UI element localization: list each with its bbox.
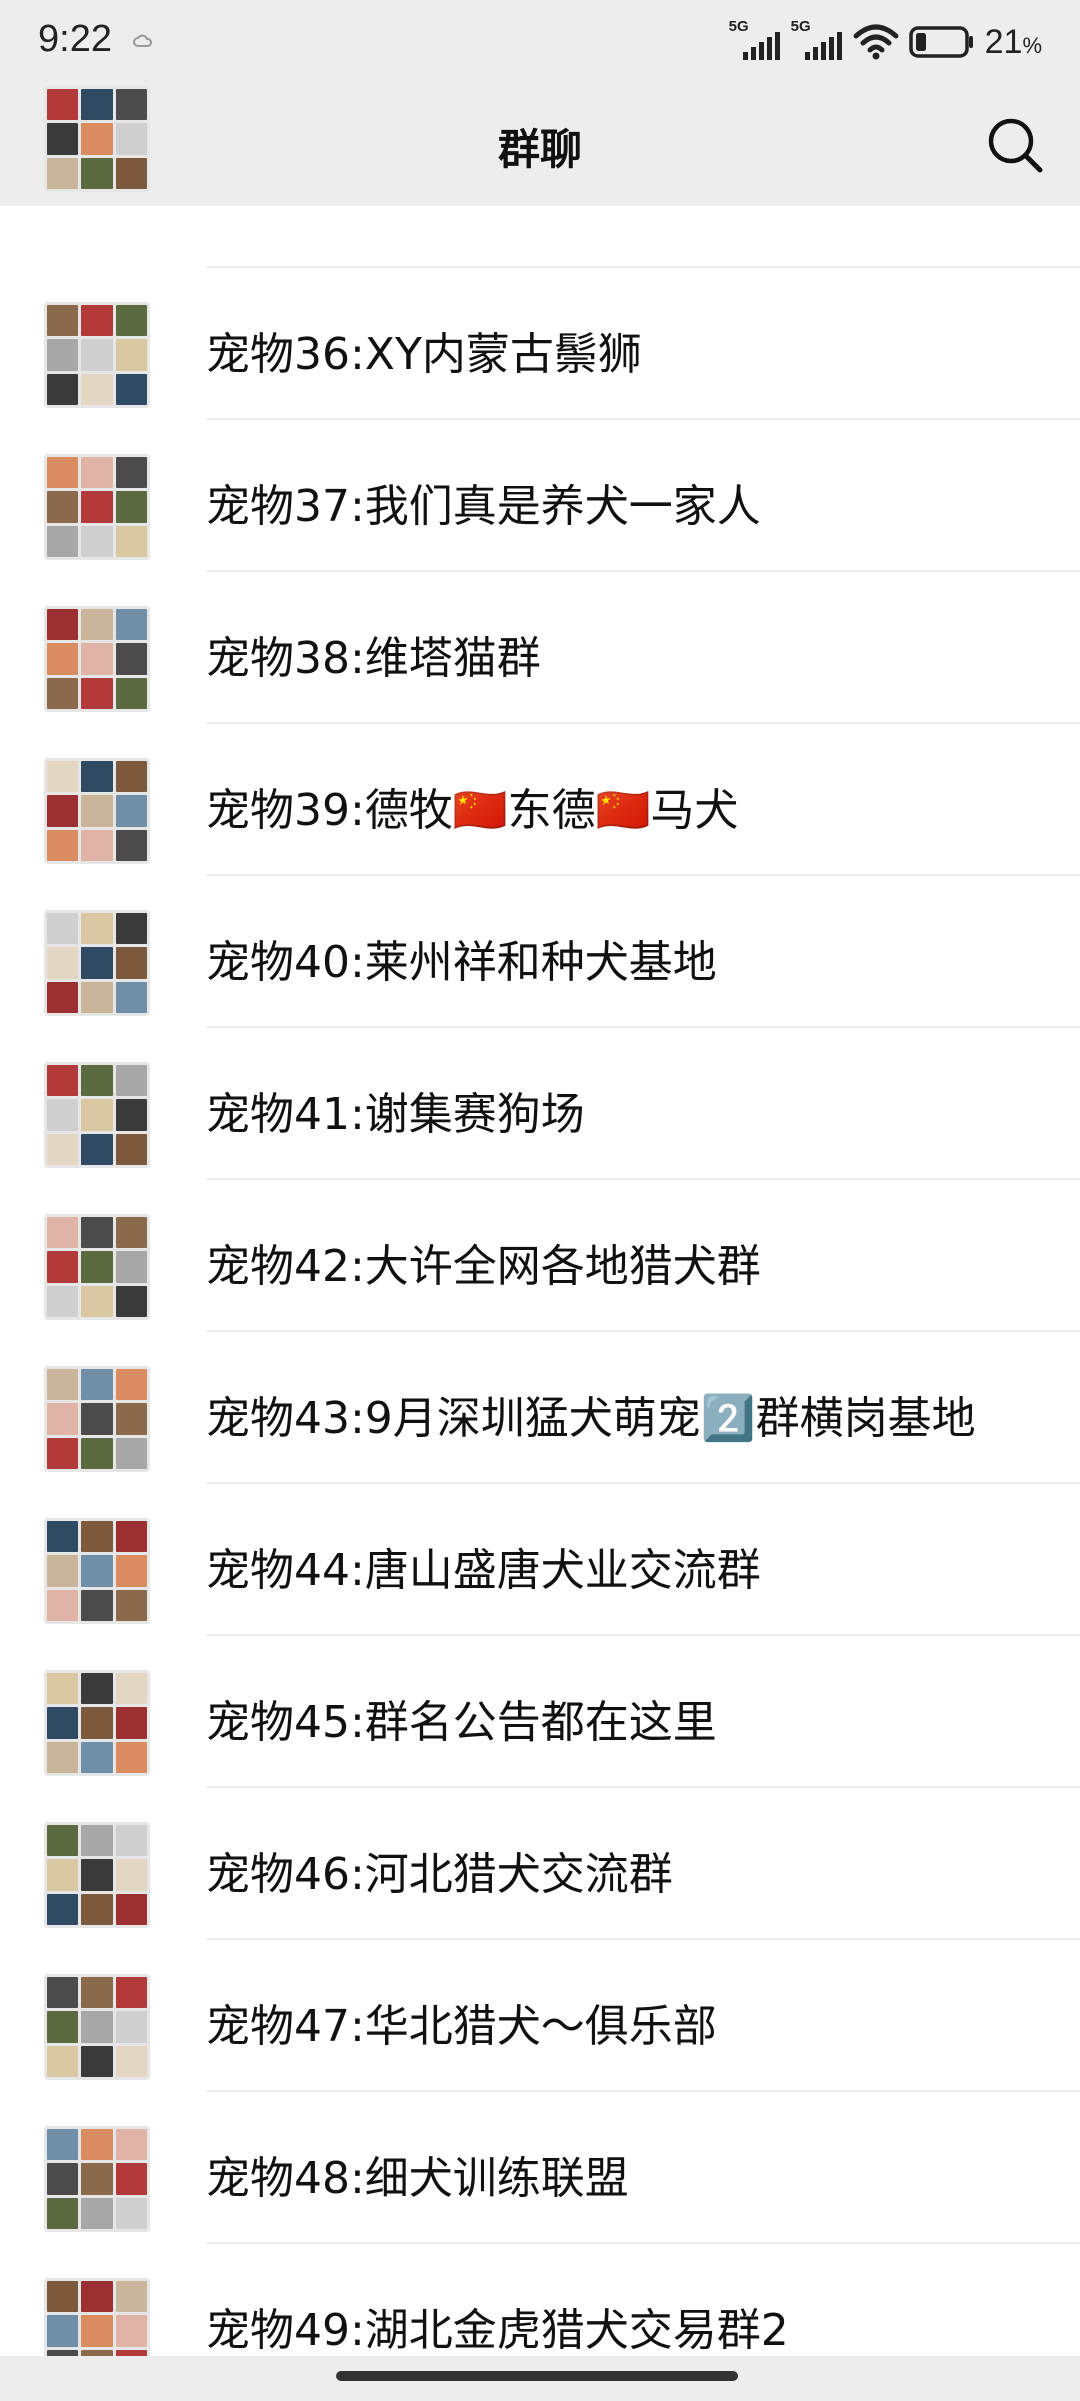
signal-icon: 5G bbox=[729, 18, 781, 62]
group-avatar bbox=[44, 1214, 150, 1320]
group-avatar bbox=[44, 1366, 150, 1472]
status-bar: 9:22 5G 5G 21% bbox=[0, 0, 1080, 84]
list-item[interactable]: 宠物40:莱州祥和种犬基地 bbox=[0, 876, 1080, 1028]
group-avatar bbox=[44, 86, 150, 192]
group-name: 宠物47:华北猎犬～俱乐部 bbox=[206, 2001, 717, 2052]
group-name: 宠物39:德牧🇨🇳东德🇨🇳马犬 bbox=[206, 785, 739, 836]
group-avatar bbox=[44, 1062, 150, 1168]
group-name: 宠物42:大许全网各地猎犬群 bbox=[206, 1241, 761, 1292]
battery-percent: 21% bbox=[984, 22, 1042, 61]
battery-icon bbox=[908, 26, 973, 58]
list-item[interactable]: 宠物45:群名公告都在这里 bbox=[0, 1636, 1080, 1788]
list-item[interactable]: 宠物44:唐山盛唐犬业交流群 bbox=[0, 1484, 1080, 1636]
group-avatar bbox=[44, 758, 150, 864]
group-name: 宠物38:维塔猫群 bbox=[206, 633, 541, 684]
gesture-bar bbox=[0, 2356, 1080, 2401]
list-item[interactable]: 宠物37:我们真是养犬一家人 bbox=[0, 420, 1080, 572]
group-avatar bbox=[44, 1822, 150, 1928]
group-name: 宠物46:河北猎犬交流群 bbox=[206, 1849, 673, 1900]
group-name: 宠物49:湖北金虎猎犬交易群2 bbox=[206, 2305, 789, 2356]
list-item[interactable]: 宠物39:德牧🇨🇳东德🇨🇳马犬 bbox=[0, 724, 1080, 876]
group-name: 宠物43:9月深圳猛犬萌宠2️⃣群横岗基地 bbox=[206, 1393, 976, 1444]
status-time: 9:22 bbox=[38, 18, 112, 60]
list-item[interactable]: 宠物48:细犬训练联盟 bbox=[0, 2092, 1080, 2244]
list-item[interactable]: 宠物43:9月深圳猛犬萌宠2️⃣群横岗基地 bbox=[0, 1332, 1080, 1484]
group-name: 宠物41:谢集赛狗场 bbox=[206, 1089, 585, 1140]
list-item[interactable]: 宠物38:维塔猫群 bbox=[0, 572, 1080, 724]
group-avatar bbox=[44, 454, 150, 560]
wifi-icon bbox=[853, 24, 899, 60]
group-avatar bbox=[44, 1974, 150, 2080]
group-name: 宠物45:群名公告都在这里 bbox=[206, 1697, 717, 1748]
group-avatar bbox=[44, 910, 150, 1016]
signal-icon: 5G bbox=[791, 18, 843, 62]
status-icons: 5G 5G 21% bbox=[729, 18, 1042, 64]
home-indicator[interactable] bbox=[336, 2371, 738, 2381]
list-item[interactable]: 宠物36:XY内蒙古鬃狮 bbox=[0, 268, 1080, 420]
group-name: 宠物48:细犬训练联盟 bbox=[206, 2153, 629, 2204]
cloud-icon bbox=[133, 34, 152, 47]
group-avatar bbox=[44, 1518, 150, 1624]
group-avatar bbox=[44, 2126, 150, 2232]
list-item[interactable]: 宠物41:谢集赛狗场 bbox=[0, 1028, 1080, 1180]
list-item[interactable] bbox=[0, 86, 1080, 268]
group-avatar bbox=[44, 606, 150, 712]
list-item[interactable]: 宠物46:河北猎犬交流群 bbox=[0, 1788, 1080, 1940]
group-name: 宠物37:我们真是养犬一家人 bbox=[206, 481, 761, 532]
group-name: 宠物44:唐山盛唐犬业交流群 bbox=[206, 1545, 761, 1596]
list-item[interactable]: 宠物42:大许全网各地猎犬群 bbox=[0, 1180, 1080, 1332]
group-avatar bbox=[44, 302, 150, 408]
list-item[interactable]: 宠物47:华北猎犬～俱乐部 bbox=[0, 1940, 1080, 2092]
group-avatar bbox=[44, 1670, 150, 1776]
group-name: 宠物40:莱州祥和种犬基地 bbox=[206, 937, 717, 988]
group-name: 宠物36:XY内蒙古鬃狮 bbox=[206, 329, 642, 380]
